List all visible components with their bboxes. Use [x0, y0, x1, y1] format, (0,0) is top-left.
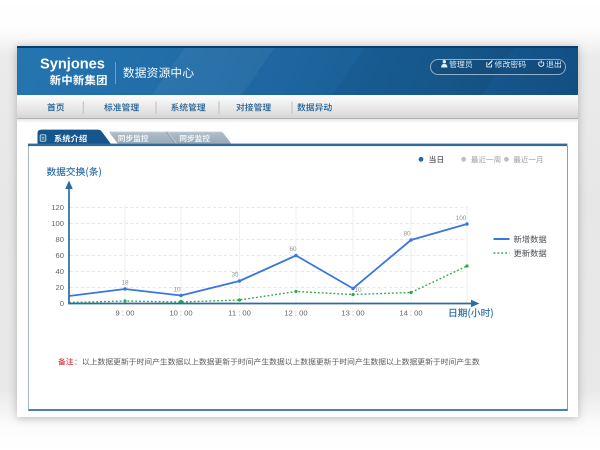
- svg-text:0: 0: [60, 299, 64, 308]
- svg-text:20: 20: [56, 283, 64, 292]
- svg-text:10 : 00: 10 : 00: [169, 309, 192, 318]
- svg-text:80: 80: [403, 231, 411, 238]
- svg-text:9 : 00: 9 : 00: [116, 309, 135, 318]
- svg-text:10: 10: [173, 287, 181, 294]
- svg-text:12 : 00: 12 : 00: [284, 309, 307, 318]
- svg-text:120: 120: [51, 203, 64, 212]
- svg-text:11 : 00: 11 : 00: [228, 309, 251, 318]
- svg-text:60: 60: [289, 246, 297, 253]
- svg-text:18: 18: [121, 280, 129, 287]
- svg-text:100: 100: [456, 215, 467, 222]
- svg-text:80: 80: [56, 235, 64, 244]
- svg-text:60: 60: [56, 251, 64, 260]
- svg-text:Synjones: Synjones: [40, 57, 105, 73]
- svg-text:100: 100: [51, 219, 64, 228]
- svg-text:13 : 00: 13 : 00: [341, 309, 364, 318]
- svg-text:35: 35: [231, 272, 239, 279]
- svg-text:40: 40: [56, 267, 64, 276]
- svg-text:14 : 00: 14 : 00: [399, 309, 422, 318]
- svg-text:10: 10: [354, 287, 362, 294]
